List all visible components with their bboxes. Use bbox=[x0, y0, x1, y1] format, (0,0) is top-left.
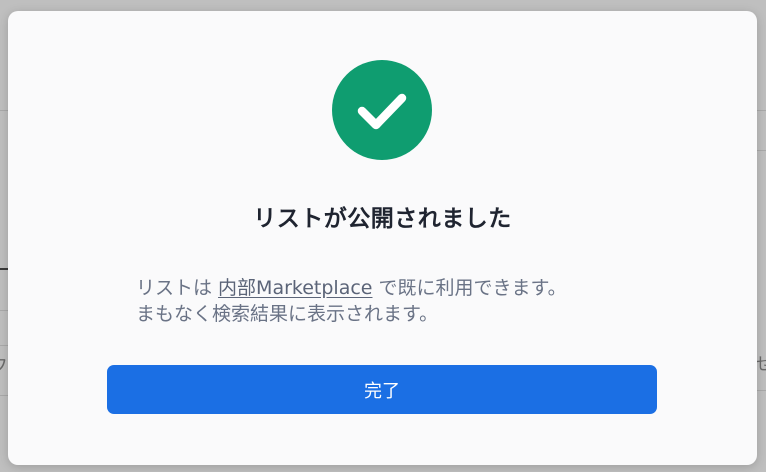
message-text: リストは bbox=[136, 277, 219, 299]
done-button[interactable]: 完了 bbox=[107, 365, 657, 414]
background-heading-fragment bbox=[0, 268, 8, 270]
background-divider bbox=[757, 150, 766, 151]
checkmark-icon bbox=[357, 93, 407, 130]
marketplace-link[interactable]: 内部Marketplace bbox=[218, 277, 372, 299]
background-divider bbox=[0, 310, 8, 311]
check-circle-icon bbox=[332, 60, 432, 160]
background-divider bbox=[0, 110, 8, 111]
message-text: で既に利用できます。 bbox=[372, 277, 567, 299]
message-line-2: まもなく検索結果に表示されます。 bbox=[136, 303, 439, 325]
message-line-1: リストは 内部Marketplace で既に利用できます。 bbox=[136, 275, 696, 301]
dialog-message: リストは 内部Marketplace で既に利用できます。 まもなく検索結果に表… bbox=[136, 275, 696, 327]
background-divider bbox=[0, 395, 8, 396]
background-divider bbox=[757, 110, 766, 111]
dialog-title: リストが公開されました bbox=[253, 206, 512, 232]
background-divider bbox=[0, 345, 8, 346]
background-divider bbox=[757, 390, 766, 391]
success-dialog: リストが公開されました リストは 内部Marketplace で既に利用できます… bbox=[8, 11, 757, 465]
background-text-fragment: フ bbox=[0, 352, 8, 378]
